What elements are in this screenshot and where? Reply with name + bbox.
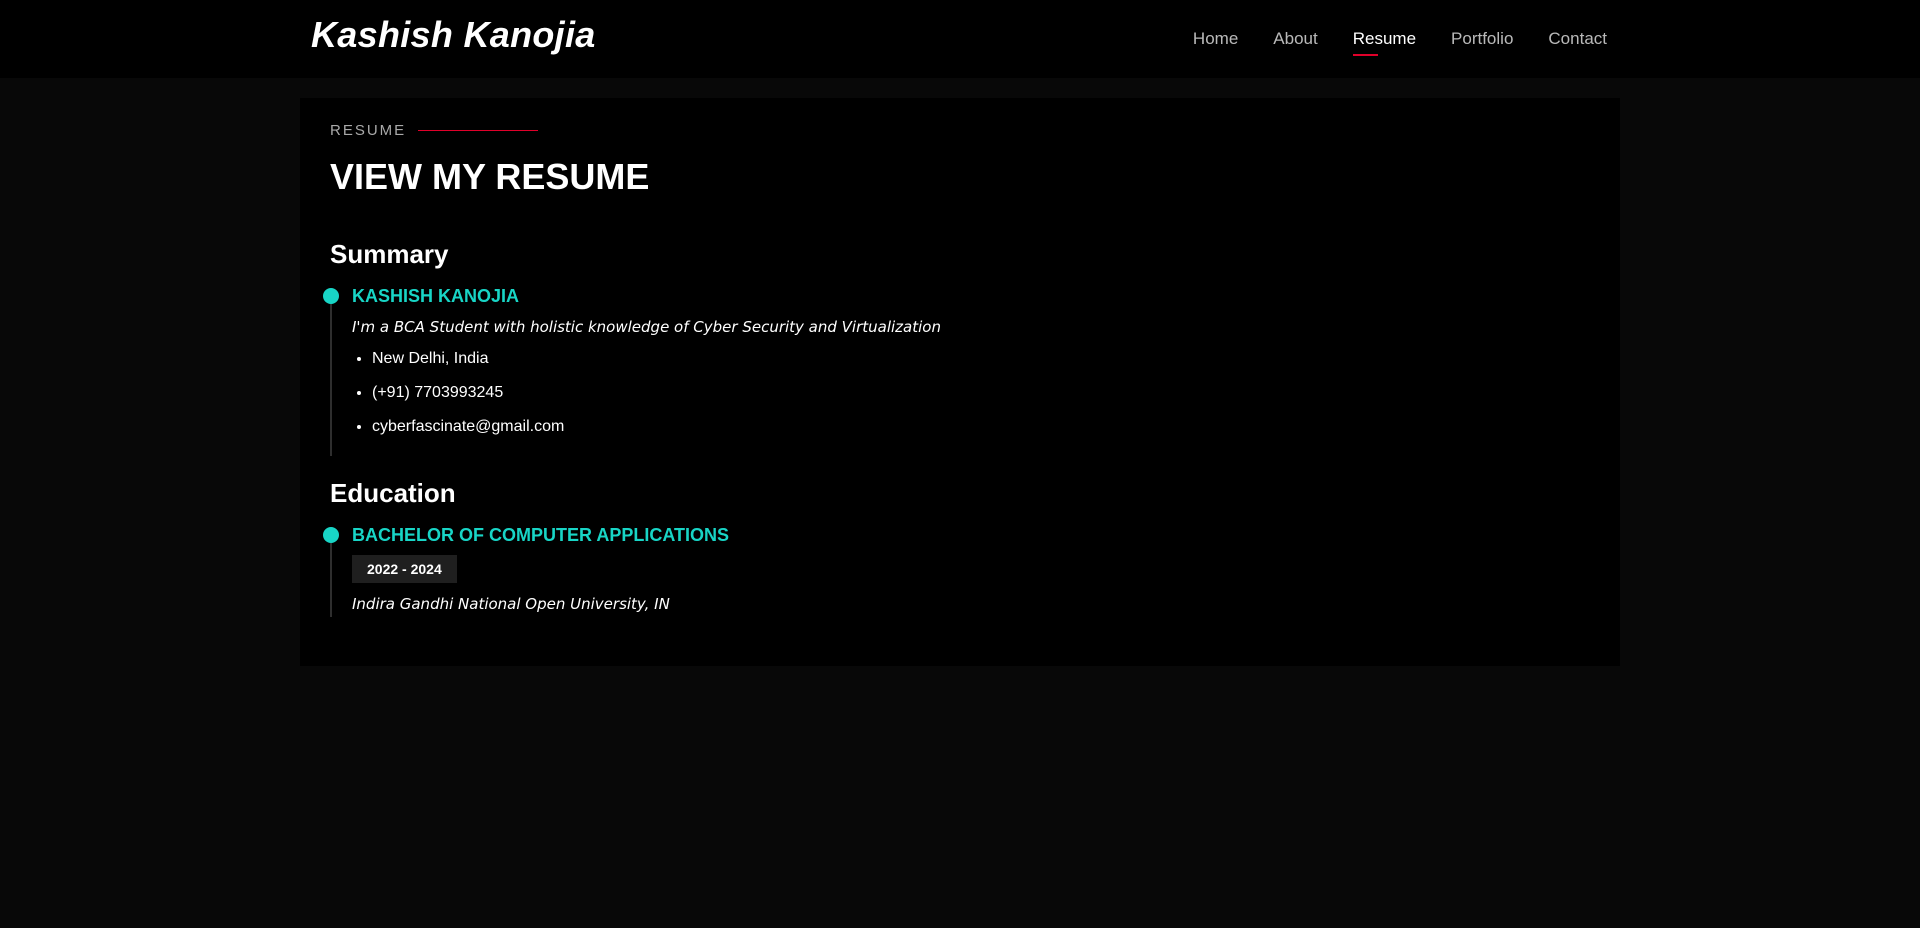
education-institution: Indira Gandhi National Open University, … [352,595,670,613]
contact-email: cyberfascinate@gmail.com [372,410,941,444]
summary-item: KASHISH KANOJIA I'm a BCA Student with h… [323,286,941,456]
nav-home[interactable]: Home [1193,29,1238,49]
education-degree: BACHELOR OF COMPUTER APPLICATIONS [352,525,729,545]
education-years-badge: 2022 - 2024 [352,555,457,583]
education-item: BACHELOR OF COMPUTER APPLICATIONS 2022 -… [323,525,729,617]
site-header: Kashish Kanojia Home About Resume Portfo… [0,0,1920,78]
summary-heading: Summary [330,239,449,269]
section-label-underline [418,130,539,131]
contact-list: New Delhi, India (+91) 7703993245 cyberf… [352,342,941,444]
timeline-dot [323,288,339,304]
nav-contact[interactable]: Contact [1548,29,1607,49]
section-label: RESUME [330,122,539,139]
contact-phone: (+91) 7703993245 [372,376,941,410]
section-label-text: RESUME [330,122,407,139]
resume-section: RESUME VIEW MY RESUME Summary KASHISH KA… [300,98,1620,666]
page-title: VIEW MY RESUME [330,156,650,197]
nav-portfolio[interactable]: Portfolio [1451,29,1513,49]
timeline-dot [323,527,339,543]
summary-name: KASHISH KANOJIA [352,286,520,306]
site-logo[interactable]: Kashish Kanojia [311,14,596,56]
contact-location: New Delhi, India [372,342,941,376]
nav-about[interactable]: About [1273,29,1317,49]
nav-resume[interactable]: Resume [1352,29,1416,56]
education-heading: Education [330,478,456,508]
main-nav: Home About Resume Portfolio Contact [1193,0,1607,78]
summary-description: I'm a BCA Student with holistic knowledg… [352,318,941,336]
